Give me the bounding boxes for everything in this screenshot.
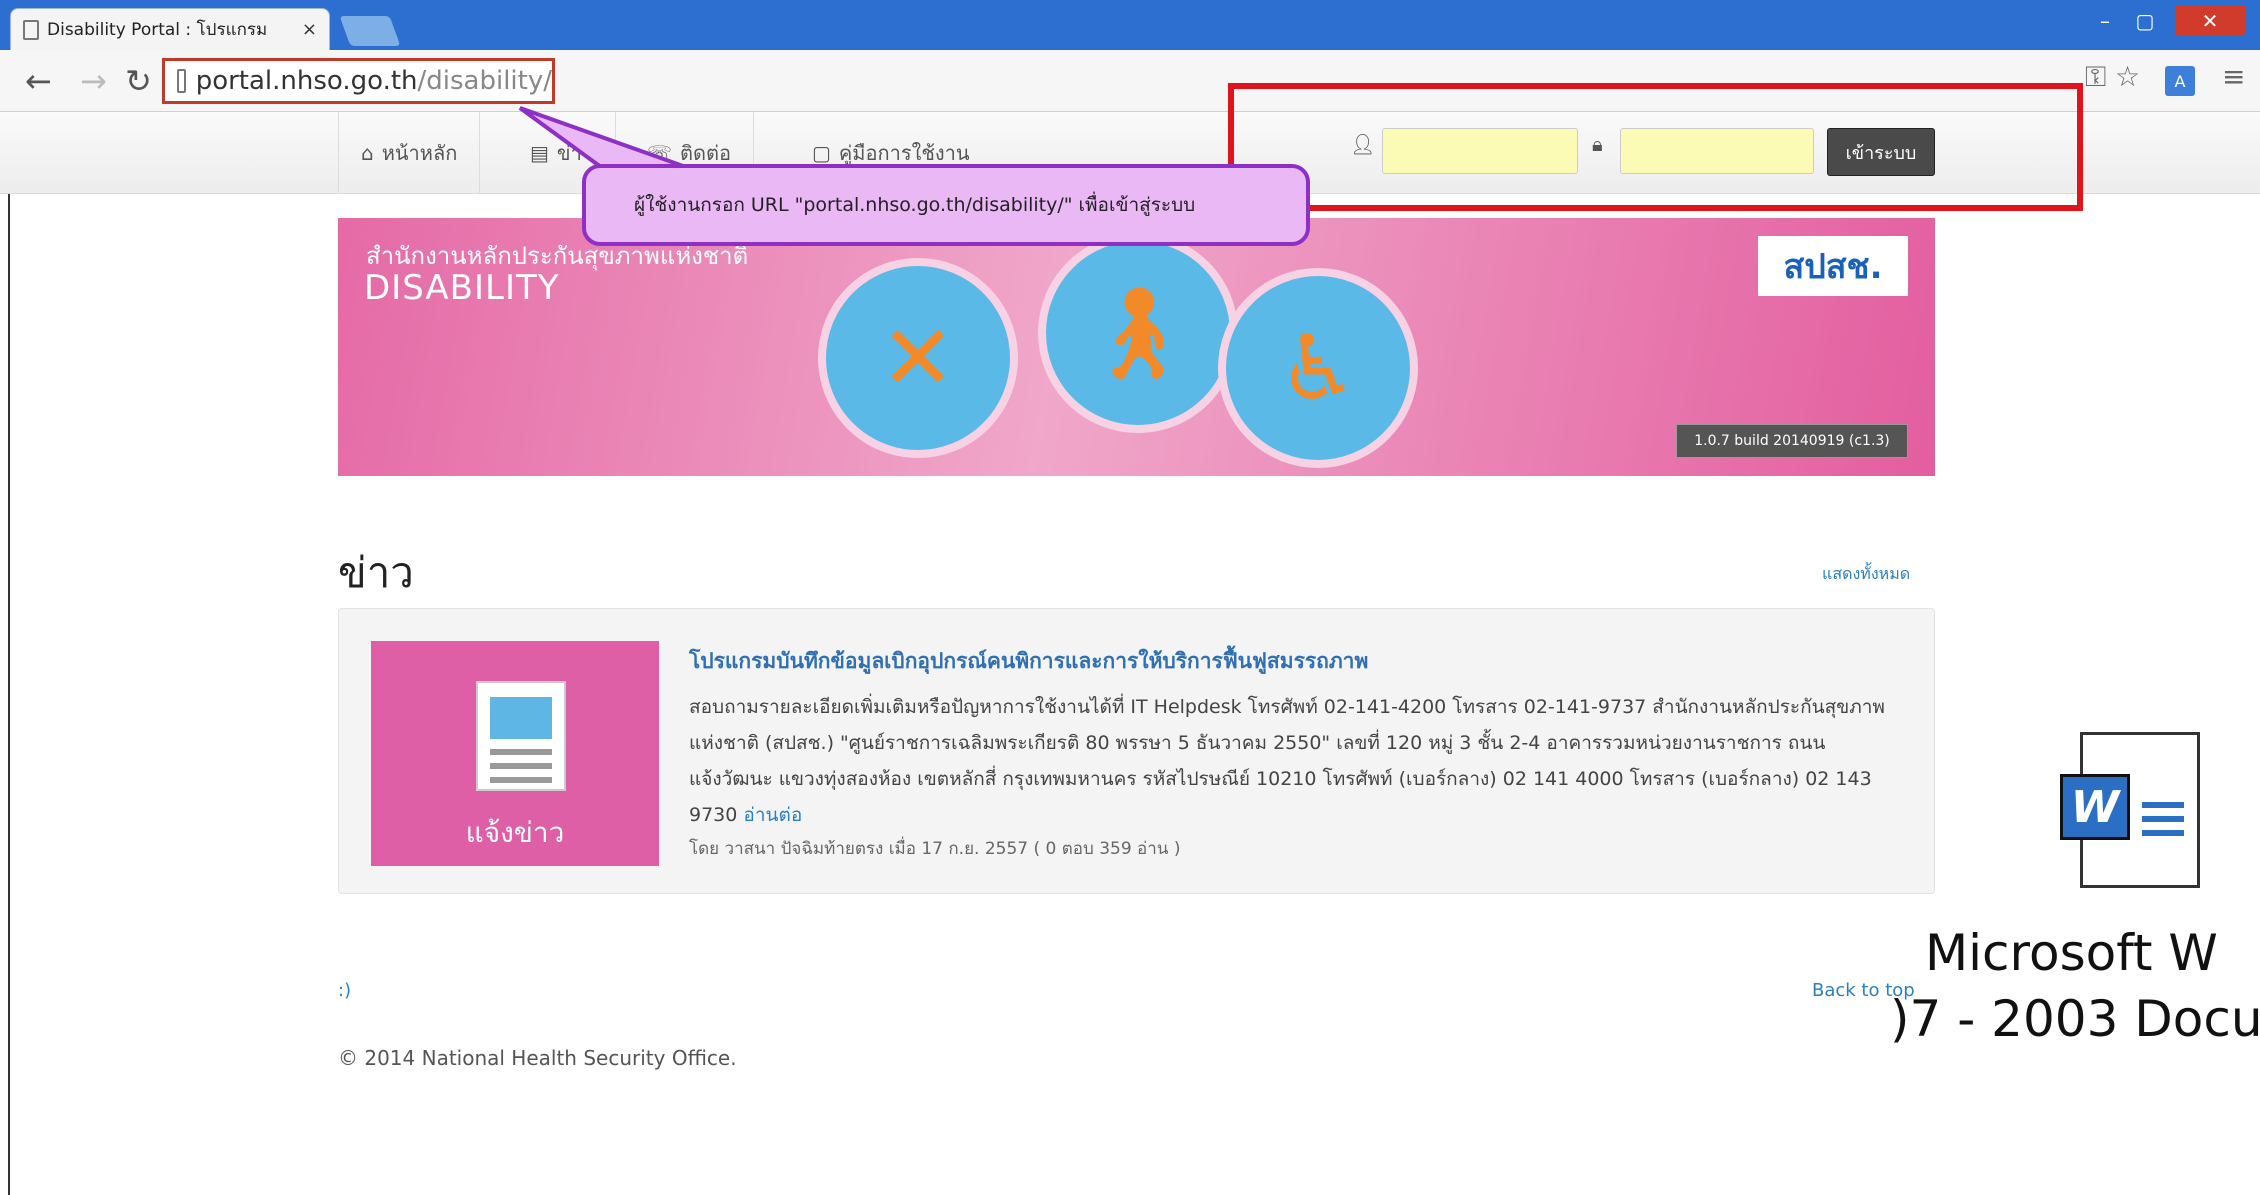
footer-left: :): [338, 980, 352, 1001]
word-document-icon[interactable]: W: [2060, 732, 2202, 890]
news-thumbnail[interactable]: แจ้งข่าว: [371, 641, 659, 866]
news-heading: ข่าว: [338, 548, 414, 597]
thumb-label: แจ้งข่าว: [465, 816, 565, 849]
read-more-link[interactable]: อ่านต่อ: [743, 804, 802, 826]
news-body-text: สอบถามรายละเอียดเพิ่มเติมหรือปัญหาการใช้…: [689, 696, 1885, 826]
copyright: © 2014 National Health Security Office.: [338, 1046, 737, 1070]
word-icon-label-1: Microsoft W: [1925, 924, 2218, 982]
news-item-meta: โดย วาสนา ปัจฉิมท้ายตรง เมื่อ 17 ก.ย. 25…: [689, 839, 1181, 859]
callout-text: ผู้ใช้งานกรอก URL "portal.nhso.go.th/dis…: [634, 194, 1196, 216]
news-item-body: สอบถามรายละเอียดเพิ่มเติมหรือปัญหาการใช้…: [689, 689, 1889, 833]
news-item: แจ้งข่าว โปรแกรมบันทึกข้อมูลเบิกอุปกรณ์ค…: [338, 608, 1935, 894]
show-all-link[interactable]: แสดงทั้งหมด: [1822, 562, 1910, 587]
url-callout: ผู้ใช้งานกรอก URL "portal.nhso.go.th/dis…: [582, 164, 1310, 246]
word-badge: W: [2060, 774, 2130, 840]
news-item-title[interactable]: โปรแกรมบันทึกข้อมูลเบิกอุปกรณ์คนพิการและ…: [689, 645, 1368, 678]
newspaper-icon: [476, 681, 566, 791]
word-icon-label-2: )7 - 2003 Docu: [1890, 990, 2260, 1048]
